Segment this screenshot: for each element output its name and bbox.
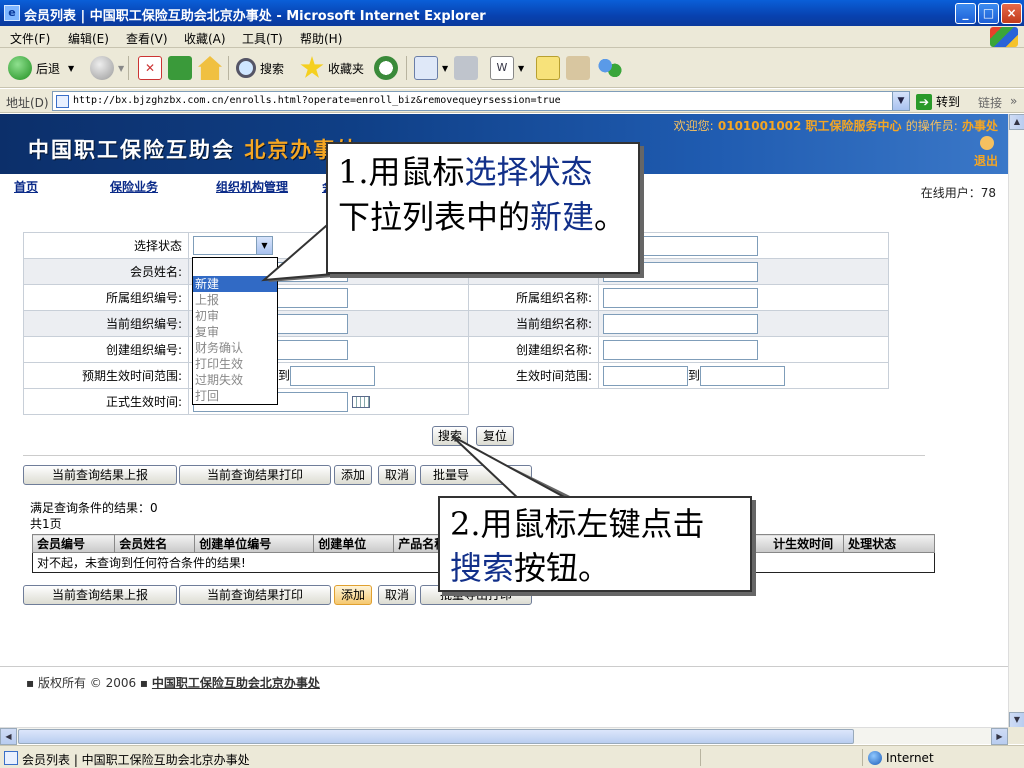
vertical-scrollbar[interactable]: ▲ ▼ [1008,114,1024,728]
zone-text: Internet [886,751,934,765]
callout-1: 1.用鼠标选择状态 下拉列表中的新建。 [326,142,640,274]
callout-2-pointer [451,435,570,502]
status-bar: 会员列表 | 中国职工保险互助会北京办事处 Internet [0,745,1024,768]
scroll-thumb[interactable] [18,729,854,744]
scroll-left-icon[interactable]: ◀ [0,728,17,745]
callout-2: 2.用鼠标左键点击 搜索按钮。 [438,496,752,592]
scroll-up-icon[interactable]: ▲ [1009,114,1024,130]
scroll-down-icon[interactable]: ▼ [1009,712,1024,728]
scroll-right-icon[interactable]: ▶ [991,728,1008,745]
horizontal-scrollbar[interactable]: ◀ ▶ [0,727,1008,745]
status-text: 会员列表 | 中国职工保险互助会北京办事处 [22,753,250,767]
callout-pointers [261,224,570,502]
page-icon [4,751,18,765]
globe-icon [868,751,882,765]
